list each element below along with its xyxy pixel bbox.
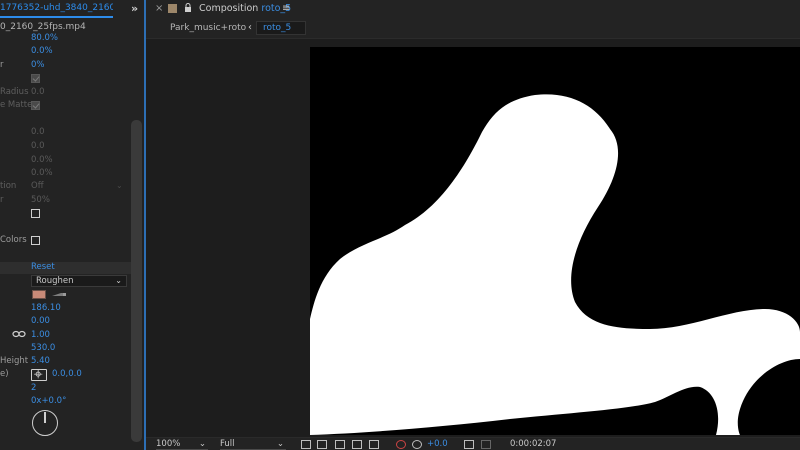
property-row: 0.00	[0, 316, 131, 329]
property-row: 0.0%	[0, 46, 131, 59]
chevron-down-icon: ⌄	[198, 439, 206, 449]
active-tab-indicator	[0, 16, 113, 18]
property-value[interactable]: 0x+0.0°	[31, 396, 66, 406]
property-row: r 0%	[0, 60, 131, 73]
property-row	[0, 73, 131, 86]
region-of-interest-icon[interactable]	[352, 440, 362, 449]
dropdown-value: Roughen	[36, 276, 74, 286]
breadcrumb-current[interactable]: roto_5	[256, 21, 306, 35]
transparency-grid-icon[interactable]	[317, 440, 327, 449]
reset-button[interactable]: Reset	[31, 262, 55, 272]
property-value[interactable]: Off	[31, 181, 44, 191]
property-checkbox[interactable]	[31, 236, 40, 245]
property-value[interactable]: 2	[31, 383, 36, 393]
close-icon[interactable]: ×	[155, 3, 163, 14]
property-row: 0.0%	[0, 155, 131, 168]
composition-footer-toolbar: 100% ⌄ Full ⌄ +0.0 0:00:02:07	[146, 437, 800, 450]
property-label: Height	[0, 356, 29, 366]
property-row: 530.0	[0, 343, 131, 356]
property-checkbox[interactable]	[31, 74, 40, 83]
property-row: 0.0	[0, 141, 131, 154]
property-checkbox[interactable]	[31, 101, 40, 110]
property-row: Colors	[0, 235, 131, 248]
property-label: r	[0, 195, 4, 205]
magnification-dropdown[interactable]: 100% ⌄	[156, 439, 208, 450]
link-icon[interactable]	[12, 330, 26, 338]
property-value[interactable]: 530.0	[31, 343, 55, 353]
chevron-down-icon: ⌄	[116, 181, 123, 190]
composition-panel: × Composition roto_5 ≡ Park_music+roto ‹…	[146, 0, 800, 450]
lock-icon[interactable]	[184, 3, 192, 13]
property-value[interactable]: 0.0	[31, 127, 45, 137]
property-row: 2	[0, 383, 131, 396]
crosshair-point-icon[interactable]	[31, 369, 47, 381]
property-value[interactable]: 0.0,0.0	[52, 369, 82, 379]
property-value[interactable]: 0.0	[31, 87, 45, 97]
current-time[interactable]: 0:00:02:07	[510, 439, 556, 449]
property-row: e Matte	[0, 100, 131, 113]
property-row	[0, 208, 131, 221]
exposure-icon[interactable]	[412, 440, 422, 449]
property-value[interactable]: 50%	[31, 195, 50, 205]
chevron-left-icon[interactable]: ‹	[248, 22, 252, 33]
mask-path-icon[interactable]	[335, 440, 345, 449]
chevron-down-icon: ⌄	[115, 276, 122, 285]
magnification-value: 100%	[156, 439, 181, 449]
source-layer-label: 0_2160_25fps.mp4	[0, 22, 86, 32]
label-color-swatch[interactable]	[168, 4, 177, 13]
resolution-value: Full	[220, 439, 235, 449]
property-row: 80.0%	[0, 33, 131, 46]
property-value[interactable]: 0.00	[31, 316, 50, 326]
property-row: Radius 0.0	[0, 87, 131, 100]
composition-viewer[interactable]	[310, 47, 800, 435]
scrollbar[interactable]	[131, 120, 142, 442]
chevron-down-icon: ⌄	[276, 439, 284, 449]
property-row: 186.10	[0, 303, 131, 316]
hamburger-menu-icon[interactable]: ≡	[282, 3, 290, 14]
resolution-dropdown[interactable]: Full ⌄	[220, 439, 286, 450]
eyedropper-icon[interactable]	[51, 290, 67, 299]
color-channels-icon[interactable]	[396, 440, 406, 449]
effect-header-row: Reset	[0, 262, 131, 274]
property-row: r 50%	[0, 195, 131, 208]
show-snapshot-icon[interactable]	[481, 440, 491, 449]
property-row: tion Off	[0, 181, 131, 194]
property-value[interactable]: 0.0%	[31, 168, 53, 178]
property-value[interactable]: 80.0%	[31, 33, 58, 43]
property-label: r	[0, 60, 4, 70]
property-label: e)	[0, 369, 9, 379]
camera-snapshot-icon[interactable]	[464, 440, 474, 449]
property-label: e Matte	[0, 100, 33, 110]
color-swatch[interactable]	[32, 290, 46, 299]
composition-title-prefix: Composition	[199, 3, 259, 14]
composition-panel-header: × Composition roto_5 ≡	[146, 0, 800, 19]
property-row: 0x+0.0°	[0, 396, 131, 409]
property-label: tion	[0, 181, 17, 191]
property-value[interactable]: 1.00	[31, 330, 50, 340]
composition-tab-title[interactable]: Composition roto_5	[199, 3, 291, 14]
roto-matte	[310, 94, 800, 435]
property-value[interactable]: 0.0	[31, 141, 45, 151]
fast-previews-icon[interactable]	[301, 440, 311, 449]
property-row: 0.0	[0, 127, 131, 140]
double-chevron-right-icon[interactable]: »	[131, 2, 138, 15]
property-value[interactable]: 186.10	[31, 303, 61, 313]
breadcrumb-parent[interactable]: Park_music+roto	[170, 23, 246, 33]
property-row: e) 0.0,0.0	[0, 369, 131, 382]
property-value[interactable]: 0.0%	[31, 155, 53, 165]
property-value[interactable]: 0%	[31, 60, 45, 70]
exposure-value[interactable]: +0.0	[427, 439, 448, 449]
property-row: 0.0%	[0, 168, 131, 181]
property-label: Radius	[0, 87, 29, 97]
property-checkbox[interactable]	[31, 209, 40, 218]
angle-dial[interactable]	[32, 410, 58, 436]
property-value[interactable]: 5.40	[31, 356, 50, 366]
effect-type-dropdown[interactable]: Roughen ⌄	[31, 275, 127, 287]
composition-navigator: Park_music+roto ‹ roto_5	[146, 19, 800, 39]
property-label: Colors	[0, 235, 27, 245]
effect-controls-panel: 1776352-uhd_3840_2160_25fps.mp4 » 0_2160…	[0, 0, 146, 450]
grid-guides-icon[interactable]	[369, 440, 379, 449]
property-row: Height 5.40	[0, 356, 131, 369]
property-value[interactable]: 0.0%	[31, 46, 53, 56]
